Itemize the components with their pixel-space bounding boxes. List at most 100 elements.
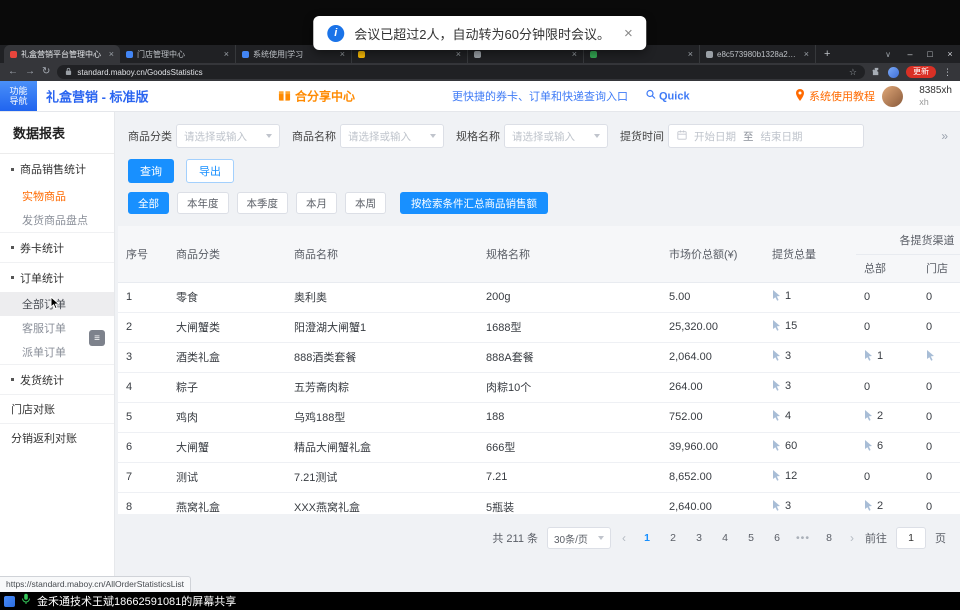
quick-filter-chip[interactable]: 本周 (345, 192, 386, 214)
pick-count-icon (772, 350, 781, 361)
bookmark-star-icon[interactable]: ☆ (849, 67, 857, 78)
tab-favicon (242, 51, 249, 58)
filter-select[interactable]: 请选择或输入 (340, 124, 444, 148)
extensions-icon[interactable] (872, 63, 881, 81)
hq-value: 2 (877, 500, 883, 512)
sidebar-item[interactable]: 券卡统计 (0, 232, 114, 262)
url-box[interactable]: standard.maboy.cn/GoodsStatistics ☆ (57, 65, 865, 79)
share-center-link[interactable]: 合分享中心 (278, 88, 355, 105)
screen: i 会议已超过2人，自动转为60分钟限时会议。 × 礼盒营销平台管理中心 × 门… (0, 0, 960, 610)
table-row[interactable]: 6 大闸蟹 精品大闸蟹礼盒 666型 39,960.00 60 6 (118, 432, 960, 462)
table-row[interactable]: 4 粽子 五芳斋肉粽 肉粽10个 264.00 3 0 (118, 372, 960, 402)
store-value: 0 (926, 471, 932, 483)
tab-close-icon[interactable]: × (804, 49, 809, 59)
tab-close-icon[interactable]: × (224, 49, 229, 59)
sidebar-item[interactable]: 发货商品盘点 (0, 208, 114, 232)
user-info[interactable]: 8385xh xh (919, 85, 952, 107)
back-icon[interactable]: ← (8, 67, 18, 77)
page-number[interactable]: 4 (715, 527, 735, 549)
tab-close-icon[interactable]: × (456, 49, 461, 59)
tab-close-icon[interactable]: × (340, 49, 345, 59)
filter-field: 商品分类 请选择或输入 (128, 124, 280, 148)
cell-qty: 3 (764, 372, 856, 402)
sidebar-item[interactable]: 商品销售统计 (0, 154, 114, 184)
sidebar-item-label: 发货商品盘点 (22, 212, 88, 228)
quick-filter-chip[interactable]: 全部 (128, 192, 169, 214)
cell-name: 阳澄湖大闸蟹1 (286, 312, 478, 342)
new-tab-button[interactable]: + (816, 48, 838, 60)
mic-icon (21, 592, 31, 610)
link-preview: https://standard.maboy.cn/AllOrderStatis… (0, 576, 191, 592)
browser-profile-avatar[interactable] (888, 67, 899, 78)
sidebar-collapse-handle[interactable]: ≡ (89, 330, 105, 346)
filters-collapse-icon[interactable]: » (941, 129, 954, 143)
tab-close-icon[interactable]: × (572, 49, 577, 59)
chrome-update-button[interactable]: 更新 (906, 66, 936, 78)
table-row[interactable]: 8 燕窝礼盒 XXX燕窝礼盒 5瓶装 2,640.00 3 2 (118, 492, 960, 514)
sidebar-item[interactable]: 发货统计 (0, 364, 114, 394)
reload-icon[interactable]: ↻ (42, 67, 50, 77)
table-row[interactable]: 3 酒类礼盒 888酒类套餐 888A套餐 2,064.00 3 1 (118, 342, 960, 372)
total-count: 共 211 条 (492, 530, 538, 546)
page-size-select[interactable]: 30条/页 (547, 527, 611, 549)
cell-amount: 8,652.00 (661, 462, 764, 492)
quick-entry-link[interactable]: 更快捷的券卡、订单和快递查询入口 (452, 88, 628, 104)
quick-filter-chip[interactable]: 本月 (296, 192, 337, 214)
cell-store: 0 (918, 432, 960, 462)
sidebar-item[interactable]: 实物商品 (0, 184, 114, 208)
quick-filter-chip[interactable]: 本年度 (177, 192, 229, 214)
feature-nav-button[interactable]: 功能 导航 (0, 81, 37, 111)
cell-category: 燕窝礼盒 (168, 492, 286, 514)
cell-category: 测试 (168, 462, 286, 492)
window-maximize-button[interactable]: □ (920, 49, 940, 59)
page-number[interactable]: 6 (767, 527, 787, 549)
page-number[interactable]: 5 (741, 527, 761, 549)
main-content: 商品分类 请选择或输入 商品名称 请选择或输入 (115, 112, 960, 592)
quick-filter-chip[interactable]: 本季度 (237, 192, 289, 214)
search-button[interactable]: 查询 (128, 159, 174, 183)
page-number[interactable]: ••• (793, 527, 813, 549)
toast-close-icon[interactable]: × (624, 25, 633, 42)
hq-value: 0 (864, 381, 870, 393)
user-avatar[interactable] (882, 86, 903, 107)
prev-page-icon[interactable]: ‹ (620, 531, 628, 545)
window-close-button[interactable]: × (940, 49, 960, 59)
sidebar-item[interactable]: 全部订单 (0, 292, 114, 316)
page-jump-input[interactable]: 1 (896, 527, 926, 549)
cell-qty: 15 (764, 312, 856, 342)
window-minimize-button[interactable]: – (900, 49, 920, 59)
cell-name: 乌鸡188型 (286, 402, 478, 432)
sidebar-item[interactable]: 门店对账 (0, 394, 114, 423)
page-number[interactable]: 1 (637, 527, 657, 549)
meeting-toast: i 会议已超过2人，自动转为60分钟限时会议。 × (313, 16, 646, 50)
browser-tab[interactable]: 礼盒营销平台管理中心 × (4, 45, 120, 63)
browser-tab[interactable]: 门店管理中心 × (120, 45, 236, 63)
summary-button[interactable]: 按检索条件汇总商品销售额 (400, 192, 548, 214)
table-row[interactable]: 2 大闸蟹类 阳澄湖大闸蟹1 1688型 25,320.00 15 0 (118, 312, 960, 342)
cell-store: 0 (918, 492, 960, 514)
page-number[interactable]: 2 (663, 527, 683, 549)
filter-select[interactable]: 请选择或输入 (176, 124, 280, 148)
bullet-icon (11, 378, 14, 381)
browser-tab[interactable]: e8c573980b1328a2584d2e6l × (700, 45, 816, 63)
sidebar-item[interactable]: 分销返利对账 (0, 423, 114, 452)
page-number[interactable]: 8 (819, 527, 839, 549)
cell-qty: 3 (764, 492, 856, 514)
tab-close-icon[interactable]: × (109, 49, 114, 59)
page-number[interactable]: 3 (689, 527, 709, 549)
filter-select[interactable]: 请选择或输入 (504, 124, 608, 148)
tab-search-chevron-icon[interactable]: ∨ (876, 50, 900, 59)
export-button[interactable]: 导出 (186, 159, 234, 183)
table-row[interactable]: 5 鸡肉 乌鸡188型 188 752.00 4 2 (118, 402, 960, 432)
table-row[interactable]: 1 零食 奥利奥 200g 5.00 1 0 (118, 282, 960, 312)
browser-menu-icon[interactable]: ⋮ (943, 67, 952, 78)
quick-search-link[interactable]: Quick (646, 90, 690, 103)
next-page-icon[interactable]: › (848, 531, 856, 545)
tab-title: 礼盒营销平台管理中心 (21, 49, 105, 60)
date-range-picker[interactable]: 开始日期 至 结束日期 (668, 124, 864, 148)
sidebar-item[interactable]: 订单统计 (0, 262, 114, 292)
tab-close-icon[interactable]: × (688, 49, 693, 59)
forward-icon[interactable]: → (25, 67, 35, 77)
table-row[interactable]: 7 测试 7.21测试 7.21 8,652.00 12 0 (118, 462, 960, 492)
tutorial-link[interactable]: 系统使用教程 (795, 88, 875, 104)
